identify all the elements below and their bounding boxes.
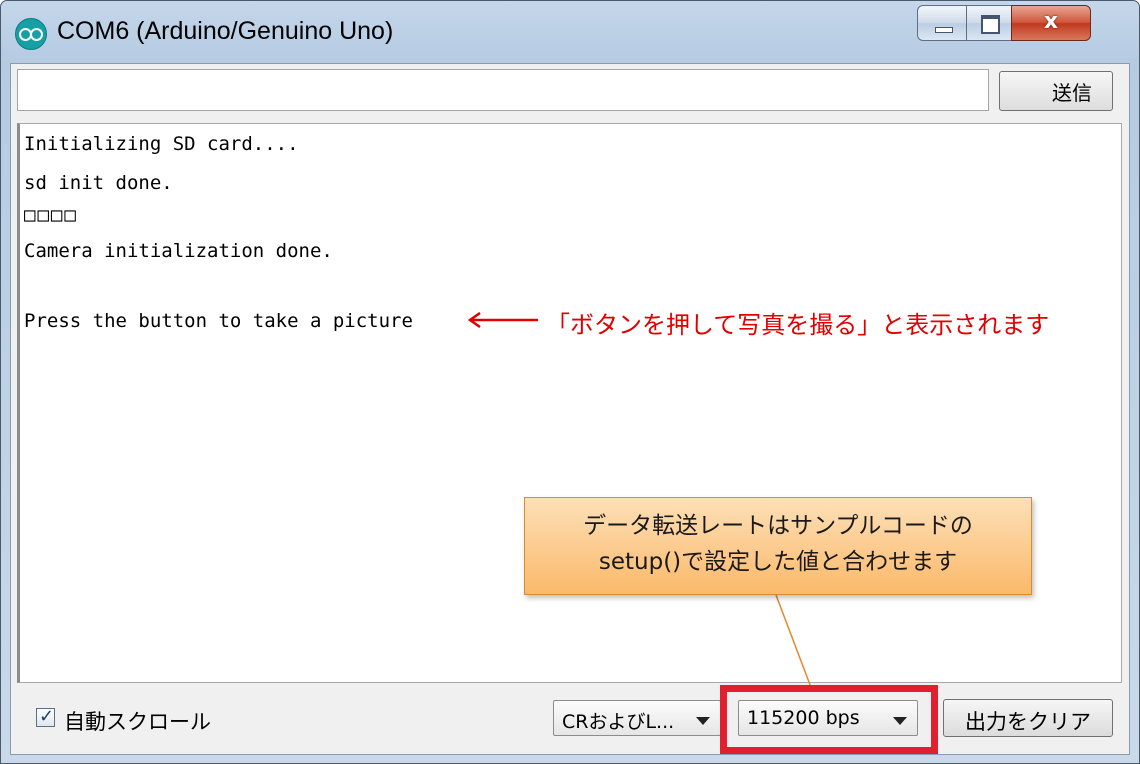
autoscroll-label: 自動スクロール <box>64 710 211 734</box>
autoscroll-checkbox[interactable] <box>36 706 55 727</box>
left-arrow-icon <box>467 312 538 328</box>
clear-output-button[interactable]: 出力をクリア <box>943 699 1113 737</box>
output-line: Camera initialization done. <box>24 240 333 262</box>
output-line: □□□□ <box>24 204 78 226</box>
close-button[interactable]: x <box>1011 5 1091 41</box>
send-button[interactable]: 送信 <box>999 71 1113 111</box>
minimize-icon <box>935 27 953 33</box>
callout-box: データ転送レートはサンプルコードの setup()で設定した値と合わせます <box>524 497 1032 595</box>
output-line: Initializing SD card.... <box>24 133 299 155</box>
maximize-button[interactable] <box>966 5 1012 41</box>
output-line: sd init done. <box>24 172 173 194</box>
maximize-icon <box>981 15 1000 34</box>
close-icon: x <box>1043 9 1059 34</box>
window-title: COM6 (Arduino/Genuino Uno) <box>57 17 394 45</box>
baud-rate-highlight <box>720 685 938 754</box>
line-ending-select[interactable]: CRおよびL... <box>553 700 721 736</box>
chevron-down-icon <box>696 717 710 725</box>
annotation-note: 「ボタンを押して写真を撮る」と表示されます <box>546 311 1050 339</box>
title-bar[interactable]: COM6 (Arduino/Genuino Uno) x <box>1 1 1139 65</box>
minimize-button[interactable] <box>917 5 967 41</box>
callout-text-line2: setup()で設定した値と合わせます <box>598 549 958 575</box>
send-input[interactable] <box>17 69 989 111</box>
serial-output-area[interactable]: Initializing SD card.... sd init done. □… <box>17 123 1122 683</box>
output-line: Press the button to take a picture <box>24 310 413 332</box>
callout-text-line1: データ転送レートはサンプルコードの <box>583 513 973 539</box>
arduino-logo-icon <box>15 18 47 50</box>
line-ending-value: CRおよびL... <box>562 711 675 733</box>
